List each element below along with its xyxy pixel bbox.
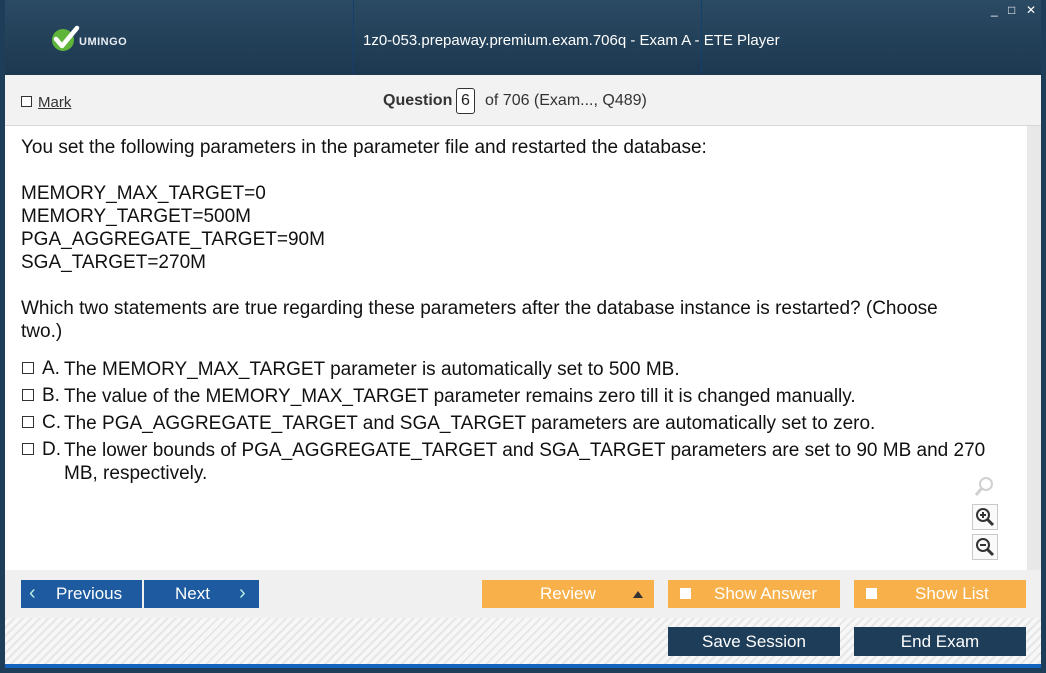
footer-bar: Save Session End Exam bbox=[5, 618, 1041, 664]
minimize-icon[interactable]: _ bbox=[991, 4, 998, 16]
previous-label: Previous bbox=[56, 584, 123, 603]
show-answer-checkbox[interactable] bbox=[680, 588, 691, 599]
option-a-text[interactable]: The MEMORY_MAX_TARGET parameter is autom… bbox=[64, 358, 1014, 381]
parameter-line: MEMORY_TARGET=500M bbox=[21, 206, 251, 227]
parameter-line: MEMORY_MAX_TARGET=0 bbox=[21, 183, 266, 204]
show-list-button[interactable]: Show List bbox=[854, 580, 1026, 608]
question-label: Question bbox=[383, 92, 453, 109]
question-intro: You set the following parameters in the … bbox=[21, 137, 707, 158]
option-c-checkbox[interactable] bbox=[22, 416, 34, 428]
question-prompt: Which two statements are true regarding … bbox=[21, 298, 938, 319]
end-exam-button[interactable]: End Exam bbox=[854, 627, 1026, 656]
option-c-text[interactable]: The PGA_AGGREGATE_TARGET and SGA_TARGET … bbox=[64, 412, 1014, 435]
question-prompt-cont: two.) bbox=[21, 321, 63, 342]
review-button[interactable]: Review bbox=[482, 580, 654, 608]
show-answer-button[interactable]: Show Answer bbox=[668, 580, 840, 608]
zoom-in-icon[interactable] bbox=[972, 504, 998, 530]
show-list-label: Show List bbox=[915, 584, 989, 603]
show-list-checkbox[interactable] bbox=[866, 588, 877, 599]
option-a-letter: A. bbox=[42, 358, 60, 379]
option-c-letter: C. bbox=[42, 412, 61, 433]
close-icon[interactable]: ✕ bbox=[1026, 4, 1036, 16]
vertical-scrollbar[interactable] bbox=[1027, 126, 1041, 570]
question-content: You set the following parameters in the … bbox=[5, 126, 1027, 570]
magnifier-icon bbox=[973, 474, 997, 498]
option-d-letter: D. bbox=[42, 439, 61, 460]
mark-label[interactable]: Mark bbox=[38, 94, 71, 111]
next-button[interactable]: Next › bbox=[144, 580, 259, 608]
option-b-text[interactable]: The value of the MEMORY_MAX_TARGET param… bbox=[64, 385, 1014, 408]
parameter-line: PGA_AGGREGATE_TARGET=90M bbox=[21, 229, 325, 250]
question-number-input[interactable]: 6 bbox=[456, 88, 475, 114]
question-header: Mark Question 6 of 706 (Exam..., Q489) bbox=[5, 75, 1041, 126]
chevron-right-icon: › bbox=[239, 582, 246, 604]
title-divider bbox=[353, 0, 354, 75]
option-d-checkbox[interactable] bbox=[22, 443, 34, 455]
app-window: UMINGO 1z0-053.prepaway.premium.exam.706… bbox=[5, 0, 1041, 668]
save-session-button[interactable]: Save Session bbox=[668, 627, 840, 656]
option-b-letter: B. bbox=[42, 385, 60, 406]
triangle-up-icon bbox=[633, 591, 643, 598]
option-d-text[interactable]: The lower bounds of PGA_AGGREGATE_TARGET… bbox=[64, 439, 1014, 485]
bottom-accent-line bbox=[5, 664, 1041, 668]
chevron-left-icon: ‹ bbox=[29, 582, 36, 604]
mark-checkbox[interactable] bbox=[21, 96, 32, 107]
zoom-out-icon[interactable] bbox=[972, 534, 998, 560]
parameter-line: SGA_TARGET=270M bbox=[21, 252, 206, 273]
option-b-checkbox[interactable] bbox=[22, 389, 34, 401]
option-a-checkbox[interactable] bbox=[22, 362, 34, 374]
title-bar: UMINGO 1z0-053.prepaway.premium.exam.706… bbox=[5, 0, 1041, 75]
previous-button[interactable]: ‹ Previous bbox=[21, 580, 142, 608]
question-of-text: of 706 (Exam..., Q489) bbox=[485, 92, 647, 109]
show-answer-label: Show Answer bbox=[714, 584, 817, 603]
navigation-bar: ‹ Previous Next › Review Show Answer Sho… bbox=[5, 570, 1041, 618]
review-label: Review bbox=[540, 584, 596, 603]
next-label: Next bbox=[175, 584, 210, 603]
logo-text: UMINGO bbox=[79, 36, 128, 48]
maximize-icon[interactable]: □ bbox=[1008, 4, 1015, 16]
vumingo-logo: UMINGO bbox=[49, 22, 159, 58]
window-title: 1z0-053.prepaway.premium.exam.706q - Exa… bbox=[363, 32, 780, 49]
